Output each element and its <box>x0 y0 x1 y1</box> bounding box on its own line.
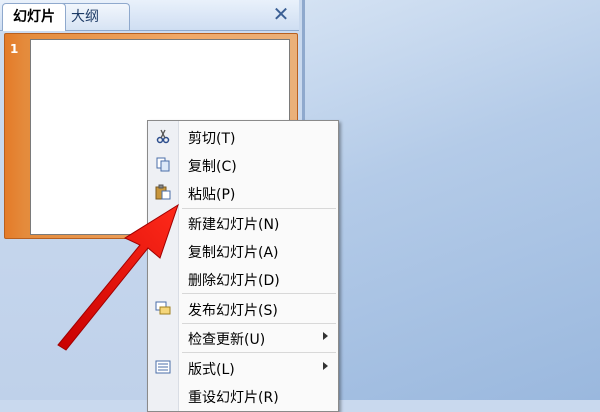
menu-item-label: 粘贴(P) <box>188 187 236 203</box>
layout-icon <box>155 359 171 375</box>
menu-item-label: 版式(L) <box>188 362 235 378</box>
menu-item-label: 重设幻灯片(R) <box>188 390 279 406</box>
menu-separator <box>182 293 336 294</box>
pane-tab-bar: 幻灯片 大纲 ✕ <box>0 0 299 31</box>
menu-item-duplicate-slide[interactable]: 复制幻灯片(A) <box>148 237 338 264</box>
menu-item-label: 删除幻灯片(D) <box>188 273 280 289</box>
menu-item-layout[interactable]: 版式(L) <box>148 354 338 381</box>
menu-item-paste[interactable]: 粘贴(P) <box>148 179 338 206</box>
menu-item-label: 新建幻灯片(N) <box>188 217 280 233</box>
tab-slides[interactable]: 幻灯片 <box>2 3 66 31</box>
scissors-icon <box>155 128 171 144</box>
close-icon[interactable]: ✕ <box>271 4 291 24</box>
menu-item-label: 复制(C) <box>188 159 237 175</box>
publish-icon <box>155 300 171 316</box>
menu-item-label: 剪切(T) <box>188 131 236 147</box>
context-menu: 剪切(T) 复制(C) 粘贴(P) 新建幻灯片(N) 复制幻灯片(A) 删除幻灯… <box>147 120 339 412</box>
menu-item-copy[interactable]: 复制(C) <box>148 151 338 178</box>
menu-item-publish-slides[interactable]: 发布幻灯片(S) <box>148 295 338 322</box>
menu-item-check-updates[interactable]: 检查更新(U) <box>148 324 338 351</box>
menu-separator <box>182 352 336 353</box>
submenu-arrow-icon <box>323 332 328 340</box>
slide-number: 1 <box>10 42 19 56</box>
menu-item-label: 发布幻灯片(S) <box>188 303 278 319</box>
submenu-arrow-icon <box>323 362 328 370</box>
tab-outline[interactable]: 大纲 <box>60 3 130 30</box>
menu-item-new-slide[interactable]: 新建幻灯片(N) <box>148 209 338 236</box>
menu-item-label: 复制幻灯片(A) <box>188 245 279 261</box>
copy-icon <box>155 156 171 172</box>
menu-item-cut[interactable]: 剪切(T) <box>148 123 338 150</box>
editing-area <box>302 0 600 400</box>
menu-item-label: 检查更新(U) <box>188 332 266 348</box>
paste-icon <box>155 184 171 200</box>
menu-item-delete-slide[interactable]: 删除幻灯片(D) <box>148 265 338 292</box>
menu-item-reset-slide[interactable]: 重设幻灯片(R) <box>148 382 338 409</box>
